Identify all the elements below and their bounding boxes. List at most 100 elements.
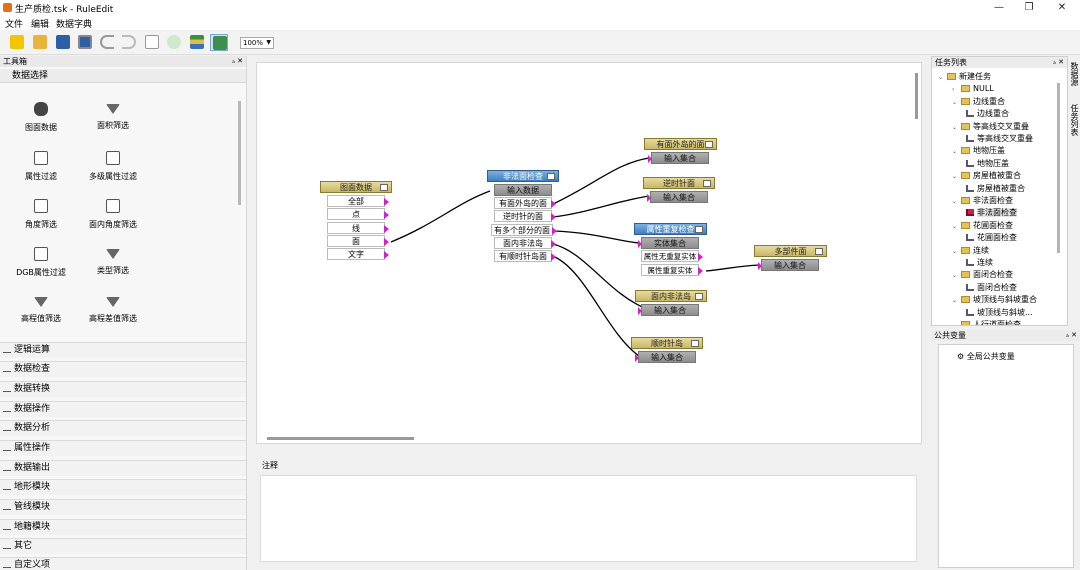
tool-dgb-filter[interactable]: DGB属性过滤 <box>11 247 71 287</box>
port-duplicate[interactable]: 属性重复实体 <box>641 264 703 276</box>
task-folder[interactable]: ⌄ 坡顶线与斜坡重合 <box>952 294 1037 306</box>
menu-data-dictionary[interactable]: 数据字典 <box>56 17 92 30</box>
rule-canvas[interactable]: 图面数据 全部 点 线 面 文字 非法面检查 输入数据 有面外岛的面 逆时针的面… <box>256 62 922 444</box>
node-header[interactable]: 顺时针岛 <box>631 337 703 349</box>
node-collapse-icon[interactable] <box>705 141 713 148</box>
task-folder[interactable]: ⌄ 边线重合 <box>952 96 1005 108</box>
node-collapse-icon[interactable] <box>380 184 388 191</box>
category-other[interactable]: 其它 <box>0 538 246 554</box>
port-line[interactable]: 线 <box>327 222 389 234</box>
save-button[interactable] <box>54 34 72 51</box>
node-collapse-icon[interactable] <box>695 293 703 300</box>
category-logic[interactable]: 逻辑运算 <box>0 342 246 358</box>
panel-controls[interactable]: ₐ ✕ <box>1053 57 1064 68</box>
save-as-button[interactable] <box>76 34 94 51</box>
input-pin-icon[interactable] <box>635 354 639 362</box>
chevron-down-icon[interactable]: ⌄ <box>952 122 961 134</box>
task-folder[interactable]: ⌄ 新建任务 <box>938 71 991 83</box>
task-list-scrollbar[interactable] <box>1057 83 1060 253</box>
global-variables-item[interactable]: ⚙ 全局公共变量 <box>957 351 1015 362</box>
task-rule[interactable]: 坡顶线与斜坡... <box>966 307 1033 319</box>
task-folder[interactable]: ⌄ 非法面检查 <box>952 195 1013 207</box>
task-rule[interactable]: 花圃面检查 <box>966 232 1017 244</box>
node-header[interactable]: 非法面检查 <box>487 170 559 182</box>
port-input-set[interactable]: 输入集合 <box>758 259 819 271</box>
port-ccw-face[interactable]: 逆时针的面 <box>494 210 556 222</box>
port-no-duplicate[interactable]: 属性无重复实体 <box>641 250 703 262</box>
port-input-set[interactable]: 输入集合 <box>647 191 708 203</box>
output-pin-icon[interactable] <box>552 227 557 235</box>
category-pipeline[interactable]: 管线模块 <box>0 499 246 515</box>
output-pin-icon[interactable] <box>384 198 389 206</box>
menu-file[interactable]: 文件 <box>5 17 23 30</box>
port-inner-illegal-island[interactable]: 面内非法岛 <box>494 237 556 249</box>
output-pin-icon[interactable] <box>698 267 703 275</box>
close-button[interactable]: ✕ <box>1045 0 1079 16</box>
category-data-output[interactable]: 数据输出 <box>0 460 246 476</box>
output-pin-icon[interactable] <box>384 211 389 219</box>
output-pin-icon[interactable] <box>384 238 389 246</box>
output-pin-icon[interactable] <box>551 253 556 261</box>
task-folder[interactable]: ⌄ 地物压盖 <box>952 145 1005 157</box>
input-pin-icon[interactable] <box>638 240 642 248</box>
minimize-button[interactable]: — <box>982 0 1016 16</box>
port-cw-island-face[interactable]: 有顺时针岛面 <box>494 250 556 262</box>
section-data-select[interactable]: 数据选择 <box>0 69 246 83</box>
category-data-operate[interactable]: 数据操作 <box>0 401 246 417</box>
output-pin-icon[interactable] <box>384 225 389 233</box>
chevron-down-icon[interactable]: ⌄ <box>952 270 961 282</box>
output-pin-icon[interactable] <box>551 240 556 248</box>
panel-controls[interactable]: ₐ ✕ <box>232 56 243 67</box>
node-header[interactable]: 多部件面 <box>754 245 827 257</box>
node-header[interactable]: 有面外岛的面 <box>644 138 717 150</box>
task-rule[interactable]: 面闭合检查 <box>966 282 1017 294</box>
panel-controls[interactable]: ₐ ✕ <box>1066 330 1077 341</box>
input-pin-icon[interactable] <box>758 262 762 270</box>
layers-button[interactable] <box>188 34 206 51</box>
output-pin-icon[interactable] <box>551 213 556 221</box>
node-collapse-icon[interactable] <box>547 173 555 180</box>
category-data-analysis[interactable]: 数据分析 <box>0 420 246 436</box>
input-pin-icon[interactable] <box>648 155 652 163</box>
port-input-data[interactable]: 输入数据 <box>494 184 552 196</box>
tool-angle-filter[interactable]: 角度筛选 <box>11 199 71 239</box>
category-attribute-operate[interactable]: 属性操作 <box>0 440 246 456</box>
chevron-down-icon[interactable]: ⌄ <box>952 320 961 325</box>
delete-button[interactable] <box>143 34 161 51</box>
task-folder[interactable]: ⌄ 等高线交叉重叠 <box>952 121 1029 133</box>
task-folder[interactable]: ⌄ 连续 <box>952 245 989 257</box>
canvas-horizontal-scrollbar[interactable] <box>267 437 414 440</box>
chevron-down-icon[interactable]: ⌄ <box>952 171 961 183</box>
undo-button[interactable] <box>98 34 116 51</box>
category-data-check[interactable]: 数据检查 <box>0 361 246 377</box>
chevron-down-icon[interactable]: ⌄ <box>952 221 961 233</box>
task-rule[interactable]: 连续 <box>966 257 993 269</box>
chevron-right-icon[interactable]: › <box>952 84 961 96</box>
toolbox-scrollbar[interactable] <box>238 101 241 205</box>
port-input-set[interactable]: 输入集合 <box>638 304 699 316</box>
node-collapse-icon[interactable] <box>815 248 823 255</box>
input-pin-icon[interactable] <box>647 194 651 202</box>
redo-button[interactable] <box>120 34 138 51</box>
tab-data-source[interactable]: 数据源 <box>1069 62 1079 86</box>
task-rule[interactable]: 房屋植被重合 <box>966 183 1025 195</box>
task-folder[interactable]: ⌄ 花圃面检查 <box>952 220 1013 232</box>
zoom-select[interactable]: 100% ▼ <box>240 37 274 49</box>
chevron-down-icon[interactable]: ⌄ <box>952 146 961 158</box>
chevron-down-icon[interactable]: ⌄ <box>952 97 961 109</box>
output-pin-icon[interactable] <box>384 251 389 259</box>
tool-map-data[interactable]: 图面数据 <box>11 102 71 142</box>
connect-button[interactable] <box>165 34 183 51</box>
task-rule[interactable]: 地物压盖 <box>966 158 1009 170</box>
port-face[interactable]: 面 <box>327 235 389 247</box>
tool-inner-angle-filter[interactable]: 面内角度筛选 <box>83 199 143 239</box>
port-multipart-face[interactable]: 有多个部分的面 <box>491 224 557 236</box>
port-text[interactable]: 文字 <box>327 248 389 260</box>
tool-area-filter[interactable]: 面积筛选 <box>83 102 143 142</box>
task-folder[interactable]: ⌄ 面闭合检查 <box>952 269 1013 281</box>
open-button[interactable] <box>31 34 49 51</box>
task-rule[interactable]: 边线重合 <box>966 108 1009 120</box>
chevron-down-icon[interactable]: ⌄ <box>938 72 947 84</box>
chevron-down-icon[interactable]: ⌄ <box>952 196 961 208</box>
tool-elevation-diff-filter[interactable]: 高程差值筛选 <box>83 295 143 335</box>
